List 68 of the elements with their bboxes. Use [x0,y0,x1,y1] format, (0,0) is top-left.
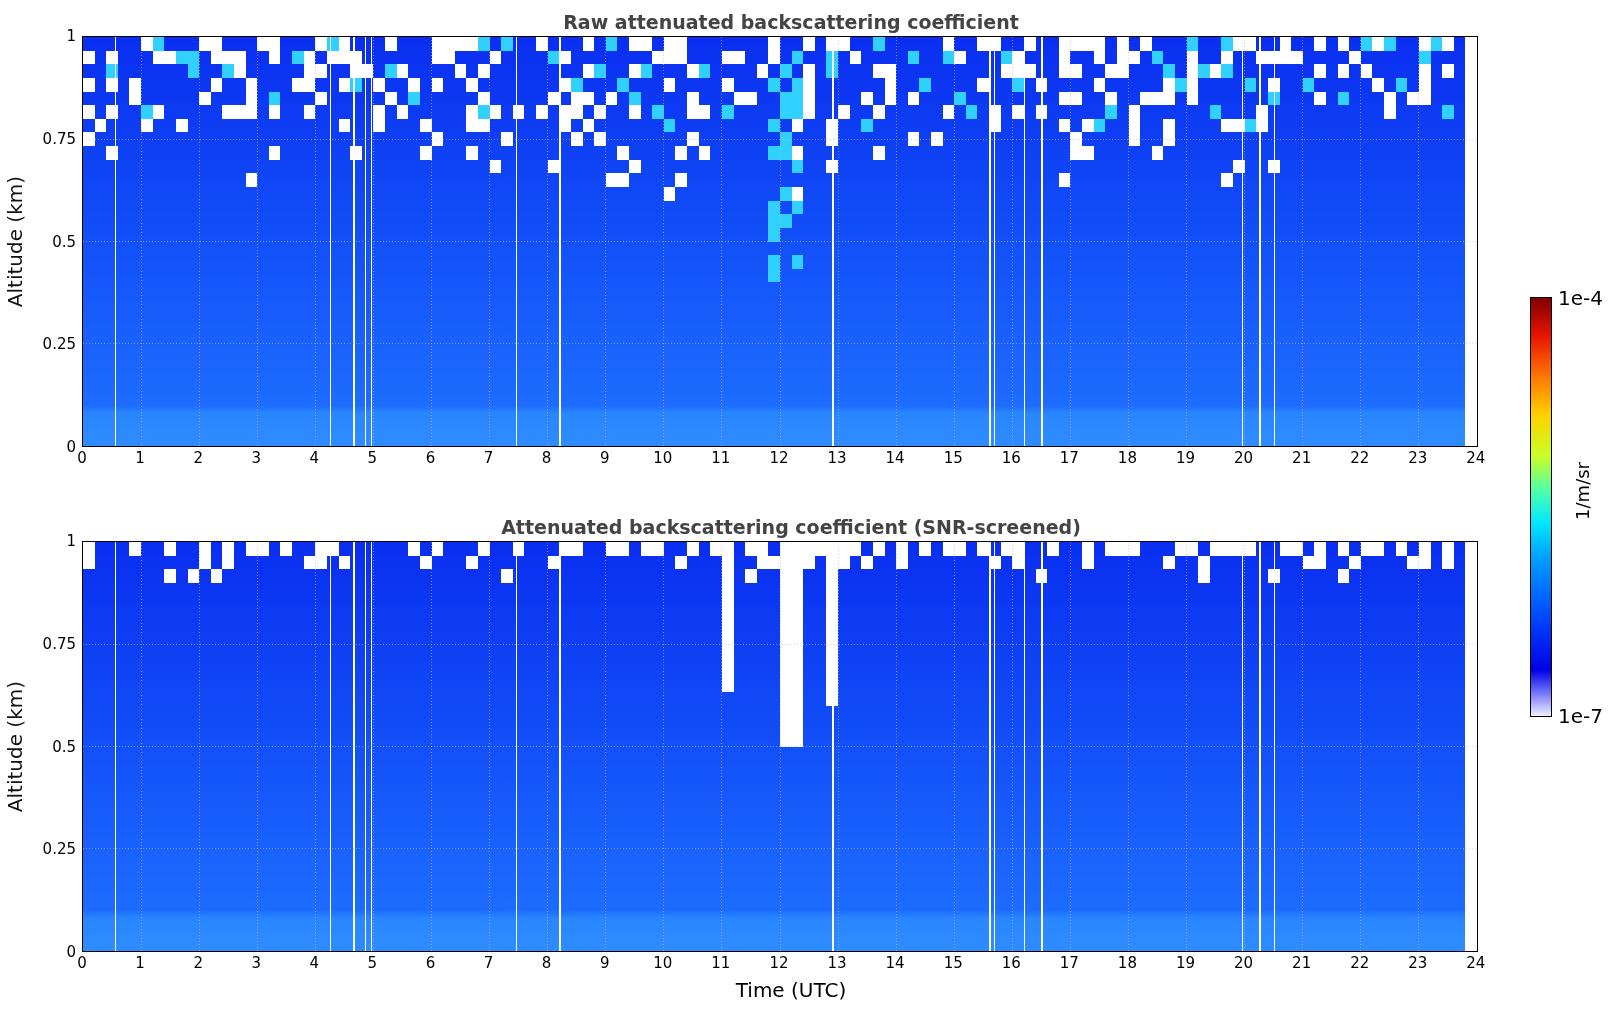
axis-label: Altitude (km) [3,680,27,813]
tick-label: 3 [250,448,262,469]
tick-label: 24 [1465,448,1487,469]
tick-label: 1 [134,953,146,974]
tick-label: 18 [1116,448,1138,469]
tick-label: 21 [1291,448,1313,469]
tick-label: 1 [65,26,76,46]
tick-label: 12 [768,953,790,974]
tick-label: 2 [192,953,204,974]
tick-label: 5 [366,953,379,974]
tick-label: 24 [1465,953,1487,974]
tick-label: 20 [1233,448,1255,469]
tick-label: 15 [942,448,964,469]
tick-label: 3 [250,953,262,974]
tick-label: 21 [1291,953,1313,974]
axis-label: Altitude (km) [3,175,27,308]
tick-label: 10 [652,448,674,469]
tick-label: 13 [826,448,848,469]
tick-label: 0.75 [41,633,76,654]
tick-label: 0.5 [51,736,76,757]
tick-label: 22 [1349,448,1371,469]
tick-label: 0 [65,437,76,457]
plot-title: Raw attenuated backscattering coefficient [563,10,1019,34]
tick-label: 6 [424,953,437,974]
axis-label: Time (UTC) [734,978,848,1002]
tick-label: 12 [768,448,790,469]
tick-label: 19 [1174,953,1197,974]
tick-label: 17 [1058,448,1080,469]
tick-label: 0 [76,448,88,469]
tick-label: 23 [1407,448,1429,469]
tick-label: 0.25 [41,334,76,355]
tick-label: 11 [710,953,732,974]
tick-label: 0 [76,953,88,974]
colorbar-label: 1e-7 [1558,705,1603,727]
tick-label: 18 [1116,953,1138,974]
tick-label: 11 [710,448,732,469]
tick-label: 14 [884,953,906,974]
tick-label: 5 [366,448,379,469]
plot-title: Attenuated backscattering coefficient (SNR-screened) [501,515,1081,539]
tick-label: 10 [652,953,674,974]
tick-label: 4 [308,953,321,974]
tick-label: 19 [1174,448,1197,469]
tick-label: 15 [942,953,964,974]
tick-label: 22 [1349,953,1371,974]
tick-label: 0.5 [51,231,76,252]
tick-label: 16 [1000,953,1022,974]
tick-label: 6 [424,448,437,469]
tick-label: 2 [192,448,204,469]
tick-label: 8 [540,448,553,469]
tick-label: 9 [598,448,611,469]
tick-label: 7 [482,448,495,469]
tick-label: 20 [1233,953,1255,974]
tick-label: 13 [826,953,848,974]
colorbar-unit-label: 1/m/sr [1572,462,1593,520]
colorbar-label: 1e-4 [1558,287,1603,309]
tick-label: 16 [1000,448,1022,469]
tick-label: 14 [884,448,906,469]
tick-label: 0.25 [41,839,76,860]
tick-label: 7 [482,953,495,974]
tick-label: 9 [598,953,611,974]
tick-label: 17 [1058,953,1080,974]
tick-label: 0 [65,942,76,962]
tick-label: 4 [308,448,321,469]
tick-label: 0.75 [41,128,76,149]
tick-label: 1 [134,448,146,469]
tick-label: 8 [540,953,553,974]
tick-label: 23 [1407,953,1429,974]
tick-label: 1 [65,531,76,551]
